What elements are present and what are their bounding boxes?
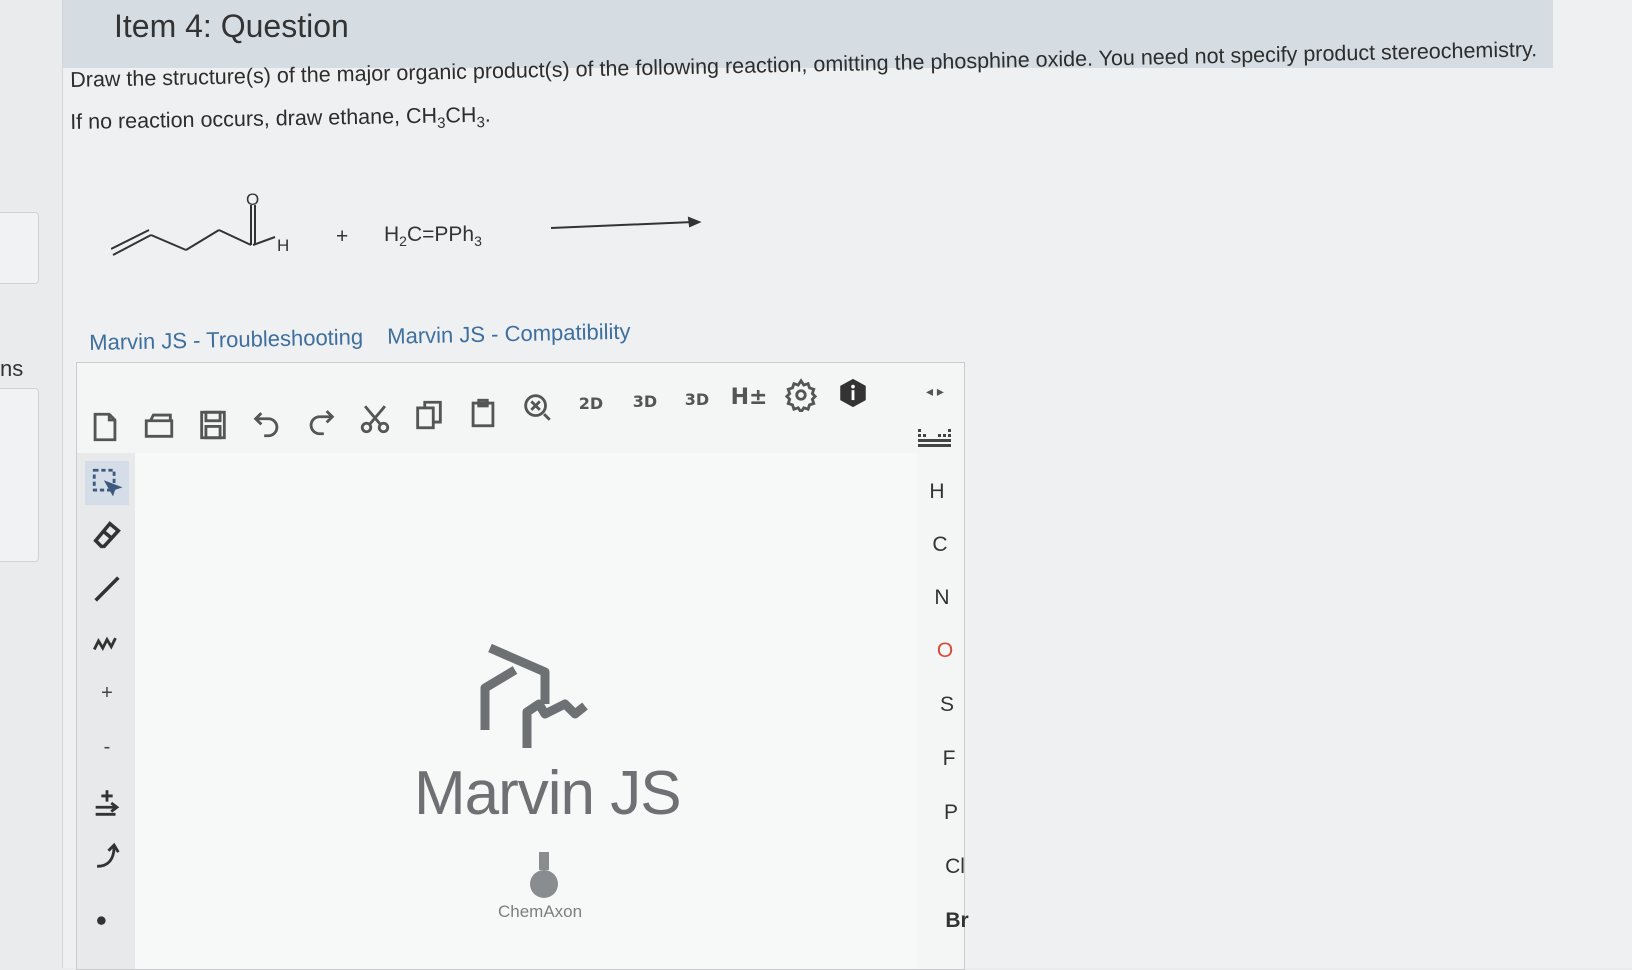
ylide-reagent: H2C=PPh3	[384, 223, 482, 249]
sidebar-tab-upper[interactable]	[0, 212, 39, 284]
left-toolbar: + -	[77, 453, 135, 969]
single-bond-icon	[94, 576, 120, 602]
about-button[interactable]	[833, 373, 873, 413]
ylide-rest: C=PPh	[407, 223, 474, 246]
periodic-table-button[interactable]	[918, 425, 951, 455]
q2-mid: CH	[445, 102, 477, 128]
hydrogens-icon: H±	[730, 384, 768, 410]
element-palette: H C N O S F P Cl Br	[918, 425, 978, 968]
redo-button[interactable]	[301, 401, 341, 441]
element-br[interactable]: Br	[942, 909, 972, 933]
marvin-logo	[480, 643, 588, 748]
redo-icon	[309, 410, 335, 436]
clean-3d-icon: 3D	[632, 391, 658, 411]
aldehyde-h-label: H	[277, 236, 289, 255]
ylide-sub2: 3	[474, 233, 482, 249]
plus-charge-icon: +	[101, 681, 113, 704]
curved-arrow-icon	[96, 842, 120, 868]
eraser-icon	[93, 521, 121, 549]
logo-hexagon	[480, 643, 550, 730]
erase-tool-button[interactable]	[85, 513, 129, 557]
element-f[interactable]: F	[934, 747, 964, 771]
paste-icon	[471, 398, 495, 428]
top-toolbar: 2D 3D 3D H± ◂ ▸	[77, 363, 964, 442]
reaction-arrow-plus-icon	[95, 790, 120, 816]
aldehyde-structure	[111, 205, 276, 256]
chain-zigzag-icon	[92, 636, 117, 652]
splash-title: Marvin JS	[414, 759, 682, 828]
zoom-close-icon	[524, 394, 551, 421]
question-text-line2: If no reaction occurs, draw ethane, CH 3C…	[70, 103, 491, 139]
gear-icon	[784, 378, 818, 412]
element-n[interactable]: N	[927, 586, 957, 610]
toolbar-scroll-arrows[interactable]: ◂ ▸	[915, 371, 955, 411]
open-button[interactable]	[139, 405, 179, 445]
view-3d-button[interactable]: 3D	[677, 379, 717, 419]
clean-3d-button[interactable]: 3D	[625, 381, 665, 421]
radical-button[interactable]	[85, 893, 129, 937]
chain-tool-button[interactable]	[85, 619, 129, 663]
selection-arrow-icon	[92, 468, 123, 497]
settings-button[interactable]	[781, 375, 821, 415]
reaction-arrow-button[interactable]	[85, 781, 129, 825]
undo-button[interactable]	[247, 403, 287, 443]
save-icon	[200, 410, 226, 440]
save-button[interactable]	[193, 405, 233, 445]
reaction-plus: +	[336, 225, 348, 248]
clean-2d-button[interactable]: 2D	[571, 383, 611, 423]
ylide-h: H	[384, 223, 399, 246]
open-folder-icon	[144, 413, 174, 438]
chemaxon-flask-icon	[530, 852, 558, 898]
copy-icon	[416, 400, 442, 430]
q2-sub2: 3	[476, 114, 486, 132]
q2-prefix: If no reaction occurs, draw ethane, CH	[70, 103, 438, 134]
electron-flow-button[interactable]	[85, 833, 129, 877]
negative-charge-button[interactable]: -	[85, 725, 129, 769]
zoom-clear-button[interactable]	[517, 387, 557, 427]
new-document-icon	[93, 412, 117, 442]
help-links: Marvin JS - Troubleshooting Marvin JS - …	[89, 318, 649, 356]
element-o[interactable]: O	[930, 639, 960, 663]
reaction-scheme: O H + H2C=PPh3	[111, 190, 702, 256]
single-bond-button[interactable]	[85, 567, 129, 611]
element-p[interactable]: P	[936, 801, 966, 825]
new-document-button[interactable]	[85, 407, 125, 447]
periodic-table-icon	[918, 429, 951, 447]
question-panel: Item 4: Question Draw the structure(s) o…	[62, 0, 1632, 970]
info-icon	[840, 378, 866, 408]
q2-suffix: .	[484, 102, 491, 127]
view-3d-icon: 3D	[684, 389, 710, 409]
hydrogens-button[interactable]: H±	[729, 377, 769, 417]
page-title: Item 4: Question	[114, 8, 349, 44]
positive-charge-button[interactable]: +	[85, 671, 129, 715]
troubleshooting-link[interactable]: Marvin JS - Troubleshooting	[89, 324, 363, 355]
splash-vendor: ChemAxon	[498, 902, 583, 921]
element-h[interactable]: H	[922, 480, 952, 504]
cut-button[interactable]	[355, 399, 395, 439]
radical-dot-icon	[97, 916, 106, 925]
scissors-icon	[360, 405, 390, 434]
ylide-sub: 2	[399, 233, 407, 249]
undo-icon	[253, 412, 279, 438]
select-tool-button[interactable]	[85, 461, 129, 505]
element-s[interactable]: S	[932, 693, 962, 717]
copy-button[interactable]	[409, 395, 449, 435]
logo-hand	[522, 699, 588, 748]
paste-button[interactable]	[463, 393, 503, 433]
sidebar-tab-lower[interactable]	[0, 388, 39, 562]
element-cl[interactable]: Cl	[940, 855, 970, 879]
minus-charge-icon: -	[103, 735, 111, 758]
reaction-arrow	[550, 216, 702, 229]
scroll-left-right-icon: ◂ ▸	[926, 382, 944, 399]
aldehyde-o-label: O	[246, 190, 259, 209]
sidebar-partial-label: ns	[0, 356, 24, 381]
compatibility-link[interactable]: Marvin JS - Compatibility	[387, 319, 631, 349]
element-c[interactable]: C	[925, 533, 955, 557]
clean-2d-icon: 2D	[578, 393, 604, 413]
